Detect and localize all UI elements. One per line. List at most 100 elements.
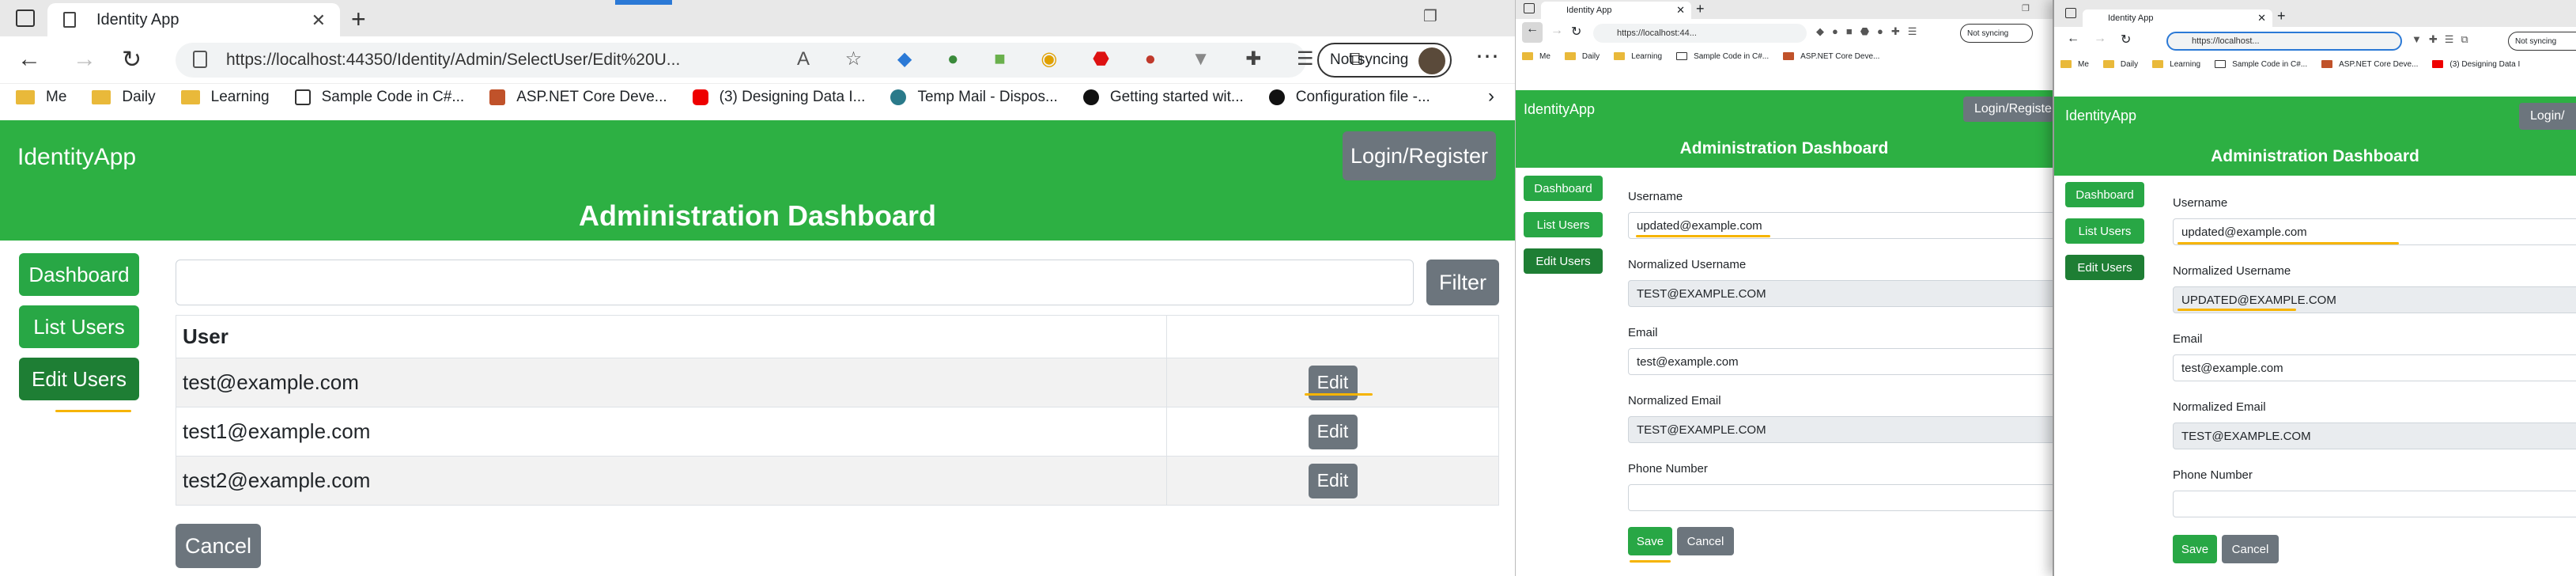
tab-actions-icon[interactable] <box>16 9 35 27</box>
address-bar[interactable]: https://localhost:44... <box>1593 24 1807 43</box>
sync-button[interactable]: Not syncing <box>1317 43 1452 78</box>
bookmark-item[interactable]: Sample Code in C#... <box>1676 52 1769 61</box>
bookmark-item[interactable]: Learning <box>1614 52 1662 61</box>
cancel-button[interactable]: Cancel <box>176 524 261 568</box>
sidebar-item-dashboard[interactable]: Dashboard <box>1524 176 1603 201</box>
extensions-puzzle-icon[interactable]: ✚ <box>1245 47 1261 70</box>
bookmark-label: ASP.NET Core Deve... <box>516 89 667 105</box>
bookmark-item[interactable]: Learning <box>180 89 270 106</box>
bookmark-item[interactable]: Temp Mail - Dispos... <box>890 89 1058 106</box>
favorite-icon[interactable]: ☆ <box>845 47 863 70</box>
login-register-button[interactable]: Login/ <box>2519 103 2576 130</box>
sync-button[interactable]: Not syncing <box>1960 24 2033 43</box>
more-menu-icon[interactable]: ⋯ <box>1475 43 1499 70</box>
bookmark-item[interactable]: Daily <box>1564 52 1600 61</box>
cancel-button[interactable]: Cancel <box>2222 535 2279 563</box>
refresh-icon[interactable]: ↻ <box>2121 32 2131 47</box>
address-bar[interactable]: https://localhost... <box>2166 32 2402 51</box>
close-tab-icon[interactable]: ✕ <box>312 10 326 31</box>
forward-icon[interactable]: → <box>1551 24 1563 38</box>
username-label: Username <box>2173 196 2228 210</box>
username-input[interactable]: updated@example.com <box>2173 218 2576 245</box>
bookmark-item[interactable]: Learning <box>2152 60 2200 69</box>
extension-green-icon[interactable]: ● <box>947 48 959 70</box>
extension-blue-icon[interactable]: ◆ <box>897 47 912 70</box>
app-brand[interactable]: IdentityApp <box>2065 108 2136 124</box>
bookmark-item[interactable]: (3) Designing Data I... <box>692 89 865 106</box>
sync-label: Not syncing <box>1330 51 1409 68</box>
extension-red-icon[interactable]: ● <box>1145 48 1157 70</box>
bookmark-item[interactable]: Configuration file -... <box>1268 89 1430 106</box>
bookmark-item[interactable]: Me <box>16 89 66 106</box>
bookmark-item[interactable]: ASP.NET Core Deve... <box>489 89 667 106</box>
bookmark-item[interactable]: Me <box>1522 52 1551 61</box>
sync-button[interactable]: Not syncing <box>2508 32 2576 51</box>
login-register-button[interactable]: Login/Register <box>1343 131 1496 180</box>
back-icon[interactable]: ← <box>1522 22 1543 43</box>
save-button[interactable]: Save <box>1628 527 1672 555</box>
action-cell: Edit <box>1166 407 1499 457</box>
bookmark-item[interactable]: Daily <box>2102 60 2138 69</box>
sidebar-item-dashboard[interactable]: Dashboard <box>2065 182 2144 207</box>
page-icon <box>1676 52 1688 60</box>
browser-tab[interactable]: Identity App ✕ <box>2083 9 2272 27</box>
restore-icon[interactable]: ❐ <box>2022 3 2030 13</box>
extension-lime-icon[interactable]: ■ <box>994 48 1006 70</box>
app-brand[interactable]: IdentityApp <box>1524 101 1595 118</box>
sidebar-item-edit-users[interactable]: Edit Users <box>1524 248 1603 274</box>
restore-icon[interactable]: ❐ <box>1423 6 1437 26</box>
bookmark-item[interactable]: Daily <box>92 89 156 106</box>
edit-button[interactable]: Edit <box>1308 414 1358 449</box>
extension-chrome-icon[interactable]: ◉ <box>1041 47 1057 70</box>
new-tab-icon[interactable]: + <box>2277 8 2286 25</box>
normalized-email-input: TEST@EXAMPLE.COM <box>1628 416 2053 443</box>
chevron-right-icon[interactable]: › <box>1488 85 1494 108</box>
aspnet-icon <box>1783 52 1795 60</box>
email-input[interactable]: test@example.com <box>2173 354 2576 381</box>
refresh-icon[interactable]: ↻ <box>122 46 142 74</box>
filter-button[interactable]: Filter <box>1426 260 1499 305</box>
favorites-list-icon[interactable]: ☰ <box>1297 47 1314 70</box>
sidebar-item-list-users[interactable]: List Users <box>1524 212 1603 237</box>
forward-icon[interactable]: → <box>2094 32 2106 46</box>
browser-tab[interactable]: Identity App ✕ <box>1541 2 1691 19</box>
read-aloud-icon[interactable]: A <box>797 48 810 70</box>
login-register-button[interactable]: Login/Registe <box>1963 97 2053 122</box>
sidebar-item-list-users[interactable]: List Users <box>2065 218 2144 244</box>
forward-icon[interactable]: → <box>73 46 96 73</box>
sidebar-item-edit-users[interactable]: Edit Users <box>19 358 139 400</box>
close-tab-icon[interactable]: ✕ <box>2257 12 2266 25</box>
phone-number-input[interactable] <box>2173 491 2576 517</box>
bookmark-item[interactable]: ASP.NET Core Deve... <box>1783 52 1879 61</box>
back-icon[interactable]: ← <box>17 46 41 73</box>
email-input[interactable]: test@example.com <box>1628 348 2053 375</box>
tab-actions-icon[interactable] <box>2065 8 2076 18</box>
save-button[interactable]: Save <box>2173 535 2217 563</box>
tab-actions-icon[interactable] <box>1524 3 1535 13</box>
refresh-icon[interactable]: ↻ <box>1571 24 1581 40</box>
phone-number-label: Phone Number <box>1628 462 1708 476</box>
new-tab-icon[interactable]: + <box>351 5 366 34</box>
bookmark-item[interactable]: Getting started wit... <box>1082 89 1244 106</box>
bookmark-item[interactable]: (3) Designing Data I <box>2432 60 2520 69</box>
cancel-button[interactable]: Cancel <box>1677 527 1734 555</box>
sidebar-item-list-users[interactable]: List Users <box>19 305 139 348</box>
highlight-underline <box>1305 393 1373 396</box>
edit-button[interactable]: Edit <box>1308 463 1358 498</box>
sidebar-item-edit-users[interactable]: Edit Users <box>2065 255 2144 280</box>
bookmark-item[interactable]: Me <box>2060 60 2089 69</box>
app-brand[interactable]: IdentityApp <box>17 144 136 171</box>
extension-vue-icon[interactable]: ▼ <box>1192 48 1211 70</box>
browser-tab[interactable]: Identity App ✕ <box>47 3 340 36</box>
back-icon[interactable]: ← <box>2067 32 2079 46</box>
phone-number-input[interactable] <box>1628 484 2053 511</box>
filter-input[interactable] <box>176 260 1414 305</box>
sidebar-item-dashboard[interactable]: Dashboard <box>19 253 139 296</box>
close-tab-icon[interactable]: ✕ <box>1676 4 1685 17</box>
new-tab-icon[interactable]: + <box>1696 1 1705 17</box>
bookmark-label: ASP.NET Core Deve... <box>1800 51 1880 61</box>
bookmark-item[interactable]: ASP.NET Core Deve... <box>2321 60 2418 69</box>
adblock-icon[interactable]: ⬣ <box>1093 47 1109 70</box>
bookmark-item[interactable]: Sample Code in C#... <box>2215 60 2307 69</box>
bookmark-item[interactable]: Sample Code in C#... <box>294 89 464 106</box>
